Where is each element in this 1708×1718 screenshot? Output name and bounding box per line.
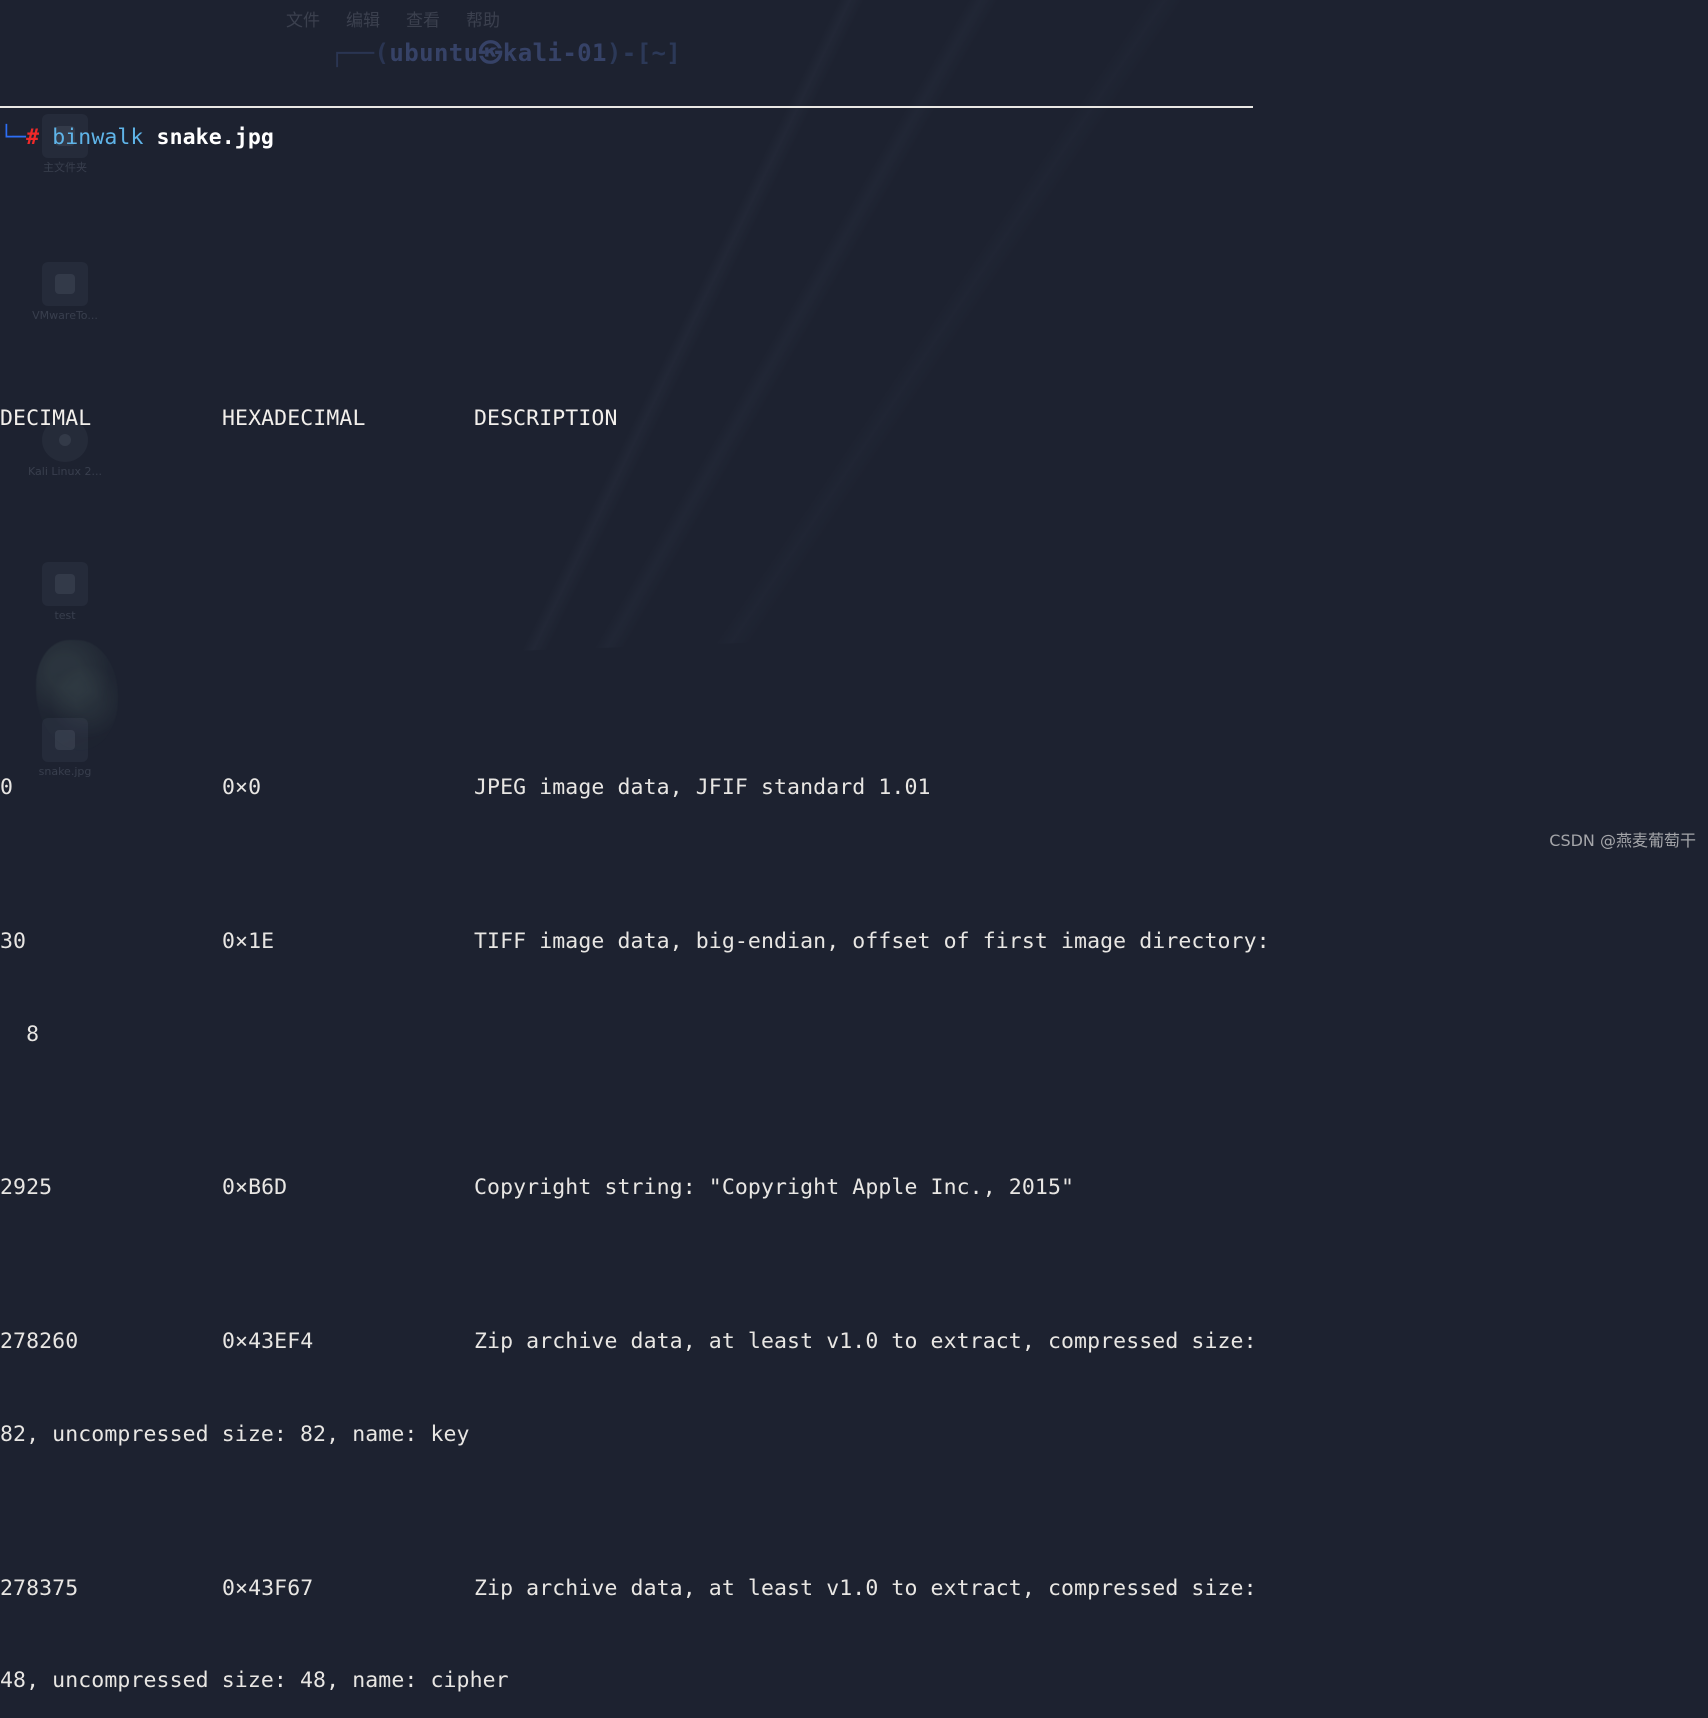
blank-row <box>0 250 1708 281</box>
rule-row <box>0 527 1708 558</box>
cell-description: Zip archive data, at least v1.0 to extra… <box>474 1329 1257 1355</box>
cell-description: TIFF image data, big-endian, offset of f… <box>474 929 1270 955</box>
cell-hex: 0×43EF4 <box>222 1329 314 1355</box>
cell-decimal: 2925 <box>0 1175 53 1201</box>
table-row-continuation: 48, uncompressed size: 48, name: cipher <box>0 1666 1708 1697</box>
cell-description-wrap: 8 <box>0 1021 40 1047</box>
prompt-hash-1: # <box>26 125 40 151</box>
cell-hex: 0×0 <box>222 775 262 801</box>
table-row: 2925 0×B6D Copyright string: "Copyright Ap… <box>0 1173 1708 1204</box>
table-row: 278375 0×43F67 Zip archive data, at least … <box>0 1574 1708 1605</box>
cell-description: JPEG image data, JFIF standard 1.01 <box>474 775 931 801</box>
binwalk-table-header-row: DECIMAL HEXADECIMAL DESCRIPTION <box>0 404 1708 435</box>
csdn-watermark: CSDN @燕麦葡萄干 <box>1549 831 1696 850</box>
command-line-binwalk: └─# binwalk snake.jpg <box>0 123 1708 157</box>
cell-decimal: 278375 <box>0 1575 79 1601</box>
binwalk-program-name: binwalk <box>52 125 144 151</box>
cell-description-wrap: 48, uncompressed size: 48, name: cipher <box>0 1668 509 1694</box>
terminal-output-area[interactable]: └─# binwalk snake.jpg DECIMAL HEXADECIMAL… <box>0 0 1708 1693</box>
cell-decimal: 0 <box>0 775 14 801</box>
binwalk-argument: snake.jpg <box>156 125 274 151</box>
column-header-decimal: DECIMAL <box>0 405 92 431</box>
column-header-description: DESCRIPTION <box>474 405 618 431</box>
cell-hex: 0×43F67 <box>222 1575 314 1601</box>
cell-description: Zip archive data, at least v1.0 to extra… <box>474 1575 1257 1601</box>
table-row: 0 0×0 JPEG image data, JFIF standard 1.01 <box>0 773 1708 804</box>
blank-row-2 <box>0 619 1708 650</box>
cell-hex: 0×B6D <box>222 1175 288 1201</box>
cell-decimal: 30 <box>0 929 27 955</box>
table-row-continuation: 82, uncompressed size: 82, name: key <box>0 1420 1708 1451</box>
cell-decimal: 278260 <box>0 1329 79 1355</box>
cell-hex: 0×1E <box>222 929 275 955</box>
table-row-continuation: 8 <box>0 1020 1708 1051</box>
cell-description-wrap: 82, uncompressed size: 82, name: key <box>0 1421 470 1447</box>
table-row: 278260 0×43EF4 Zip archive data, at least … <box>0 1327 1708 1358</box>
binwalk-table-separator-rule <box>0 106 1253 108</box>
column-header-hexadecimal: HEXADECIMAL <box>222 405 366 431</box>
prompt-corner-glyph: └─ <box>0 125 27 151</box>
cell-description: Copyright string: "Copyright Apple Inc.,… <box>474 1175 1075 1201</box>
table-row: 30 0×1E TIFF image data, big-endian, offse… <box>0 927 1708 958</box>
